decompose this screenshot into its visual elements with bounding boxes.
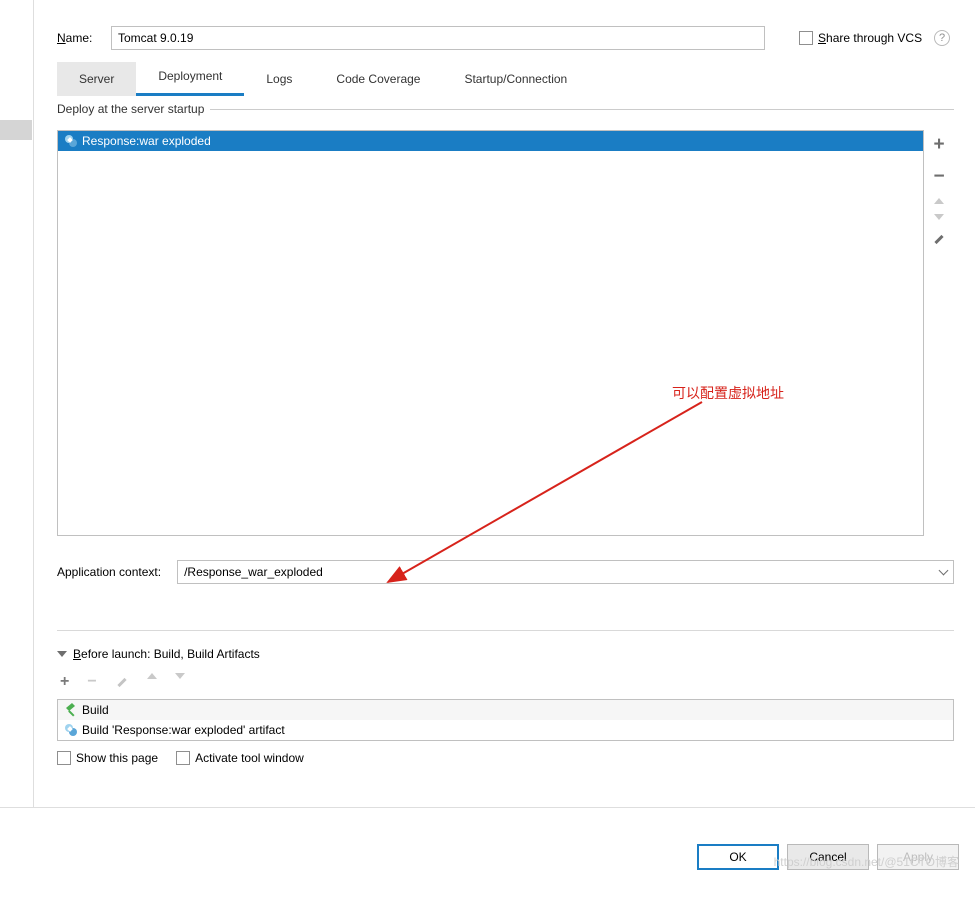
ok-button[interactable]: OK — [697, 844, 779, 870]
deploy-item-label: Response:war exploded — [82, 131, 211, 151]
collapse-icon[interactable] — [57, 651, 67, 657]
left-sidebar-stub — [0, 0, 34, 807]
app-context-select[interactable]: /Response_war_exploded — [177, 560, 954, 584]
edit-icon[interactable] — [932, 230, 946, 244]
before-launch-list[interactable]: Build Build 'Response:war exploded' arti… — [57, 699, 954, 741]
tab-code-coverage[interactable]: Code Coverage — [314, 62, 442, 96]
app-context-label: Application context: — [57, 565, 161, 579]
list-item[interactable]: Build — [58, 700, 953, 720]
bl-down-icon — [175, 673, 185, 679]
tab-startup-connection[interactable]: Startup/Connection — [442, 62, 589, 96]
show-this-page-label: Show this page — [76, 751, 158, 765]
move-up-icon — [934, 198, 944, 204]
annotation-text: 可以配置虚拟地址 — [672, 383, 784, 403]
left-sidebar-selection — [0, 120, 32, 140]
activate-tool-window-label: Activate tool window — [195, 751, 304, 765]
checkbox-icon — [57, 751, 71, 765]
artifact-icon — [64, 723, 78, 737]
share-through-vcs-label: Share through VCS — [818, 31, 922, 45]
deploy-side-toolbar: + − — [924, 130, 954, 536]
tab-logs[interactable]: Logs — [244, 62, 314, 96]
bl-up-icon — [147, 673, 157, 679]
bl-edit-icon — [115, 673, 129, 687]
cancel-button[interactable]: Cancel — [787, 844, 869, 870]
apply-button: Apply — [877, 844, 959, 870]
checkbox-icon — [176, 751, 190, 765]
name-input[interactable] — [111, 26, 765, 50]
list-item[interactable]: Build 'Response:war exploded' artifact — [58, 720, 953, 740]
move-down-icon — [934, 214, 944, 220]
list-item-label: Build — [82, 700, 109, 720]
add-button[interactable]: + — [933, 134, 944, 156]
hammer-icon — [64, 703, 78, 717]
remove-button[interactable]: − — [933, 166, 944, 188]
list-item-label: Build 'Response:war exploded' artifact — [82, 720, 285, 740]
before-launch-title: Before launch: Build, Build Artifacts — [73, 647, 260, 661]
before-launch-section: Before launch: Build, Build Artifacts + … — [57, 630, 954, 765]
checkbox-icon — [799, 31, 813, 45]
app-context-value: /Response_war_exploded — [184, 565, 323, 579]
tab-server[interactable]: Server — [57, 62, 136, 96]
show-this-page-checkbox[interactable]: Show this page — [57, 751, 158, 765]
before-launch-toolbar: + − — [60, 673, 954, 691]
deploy-item[interactable]: Response:war exploded — [58, 131, 923, 151]
artifact-icon — [64, 134, 78, 148]
activate-tool-window-checkbox[interactable]: Activate tool window — [176, 751, 304, 765]
bl-remove-button: − — [87, 673, 96, 691]
dialog-button-bar: OK Cancel Apply https://blog.csdn.net/@5… — [0, 807, 975, 896]
help-icon[interactable]: ? — [934, 30, 950, 46]
bl-add-button[interactable]: + — [60, 673, 69, 691]
tab-deployment[interactable]: Deployment — [136, 59, 244, 96]
deploy-list[interactable]: Response:war exploded — [57, 130, 924, 536]
share-through-vcs-checkbox[interactable]: Share through VCS — [799, 31, 922, 45]
deploy-legend: Deploy at the server startup — [57, 102, 210, 116]
chevron-down-icon — [939, 566, 949, 576]
deploy-fieldset: Deploy at the server startup Response:wa… — [57, 102, 954, 536]
name-label: Name: — [57, 31, 99, 45]
tab-bar: Server Deployment Logs Code Coverage Sta… — [57, 56, 954, 96]
